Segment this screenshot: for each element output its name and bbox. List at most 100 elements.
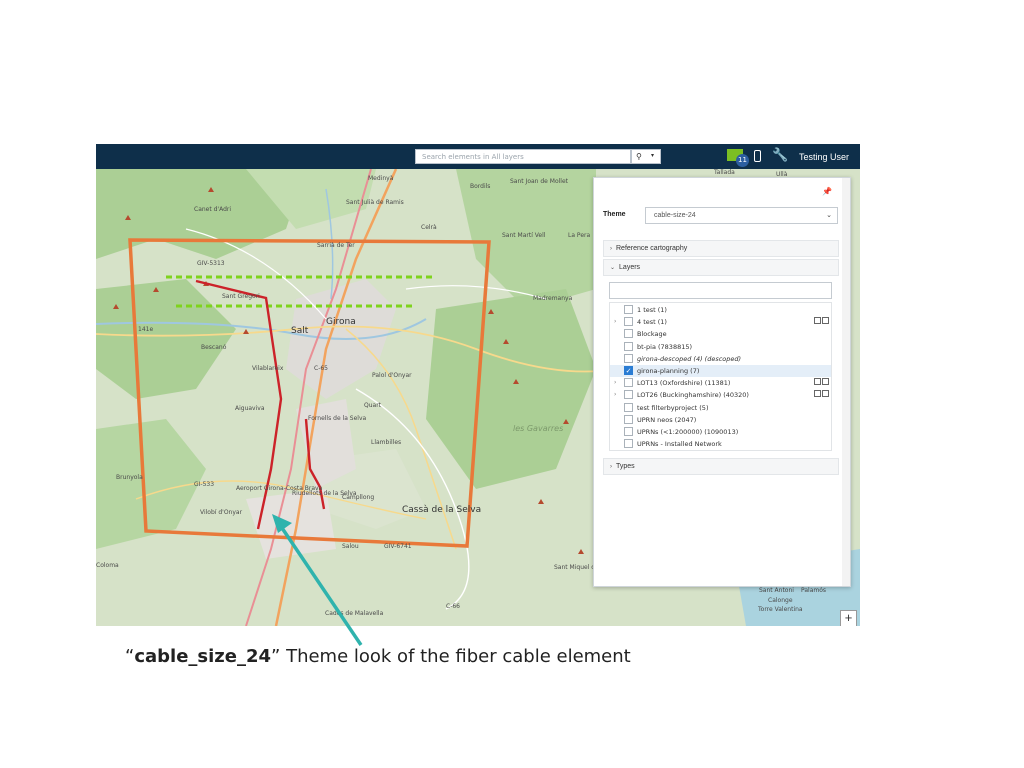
map-label: Salou bbox=[342, 543, 359, 550]
layer-checkbox[interactable] bbox=[624, 305, 633, 314]
mobile-icon[interactable] bbox=[754, 150, 761, 162]
layer-options-icon[interactable] bbox=[822, 317, 829, 325]
pin-icon[interactable]: 📌 bbox=[822, 187, 832, 196]
layer-options-icon[interactable] bbox=[822, 390, 829, 398]
layer-name: bt-pia (7838815) bbox=[637, 342, 693, 351]
map-label: Medinyà bbox=[368, 175, 394, 182]
section-layers[interactable]: ⌄ Layers bbox=[603, 259, 839, 276]
map-label: GIV-6741 bbox=[384, 543, 412, 550]
search-input[interactable]: Search elements in All layers bbox=[415, 149, 631, 164]
layer-options-icon[interactable] bbox=[814, 317, 821, 325]
chevron-right-icon[interactable]: › bbox=[614, 391, 616, 398]
zoom-in-button[interactable]: + bbox=[840, 610, 857, 626]
layer-options-icon[interactable] bbox=[822, 378, 829, 386]
layer-checkbox[interactable] bbox=[624, 390, 633, 400]
layer-row[interactable]: 1 test (1) bbox=[610, 304, 831, 316]
layer-row[interactable]: › LOT13 (Oxfordshire) (11381) bbox=[610, 377, 831, 389]
map-label: Torre Valentina bbox=[758, 606, 803, 613]
notification-count-badge: 11 bbox=[736, 154, 749, 167]
map-label: Sant Julià de Ramis bbox=[346, 199, 404, 206]
layer-name: UPRNs - Installed Network bbox=[637, 440, 722, 449]
map-label: Cadés de Malavella bbox=[325, 610, 384, 617]
layer-checkbox[interactable] bbox=[624, 341, 633, 351]
caption: “cable_size_24” Theme look of the fiber … bbox=[125, 646, 631, 667]
map-label: C-65 bbox=[314, 365, 328, 372]
section-label: Types bbox=[616, 463, 635, 470]
layer-options-icon[interactable] bbox=[814, 378, 821, 386]
map-label: Vilablareix bbox=[252, 365, 284, 372]
layer-row[interactable]: ✓ girona-planning (7) bbox=[610, 365, 831, 377]
map-label: Bescanó bbox=[201, 344, 227, 351]
chevron-right-icon[interactable]: › bbox=[614, 379, 616, 386]
layer-checkbox[interactable] bbox=[624, 427, 633, 436]
layer-row[interactable]: › LOT26 (Buckinghamshire) (40320) bbox=[610, 389, 831, 401]
layer-list: 1 test (1) › 4 test (1) Blockage bt-pia (783… bbox=[609, 302, 832, 451]
map-label: Aiguaviva bbox=[235, 405, 265, 412]
section-label: Reference cartography bbox=[616, 245, 688, 252]
search-icon: ⚲ bbox=[636, 152, 642, 161]
layer-name: 4 test (1) bbox=[637, 318, 667, 327]
layer-checkbox[interactable] bbox=[624, 329, 633, 339]
layer-name: LOT13 (Oxfordshire) (11381) bbox=[637, 379, 731, 388]
map-label-city: Cassà de la Selva bbox=[402, 505, 482, 515]
map-label: Canet d'Adri bbox=[194, 206, 232, 213]
map-label: GIV-5313 bbox=[197, 260, 225, 267]
layer-filter-input[interactable] bbox=[609, 282, 832, 299]
panel-scrollbar[interactable] bbox=[842, 178, 850, 586]
layer-name: test filterbyproject (5) bbox=[637, 403, 709, 412]
map-label: Calonge bbox=[768, 597, 793, 604]
chevron-right-icon: › bbox=[610, 246, 612, 252]
map-label: Madremanya bbox=[533, 295, 573, 302]
map-label: Sant Martí Vell bbox=[502, 232, 546, 239]
chevron-right-icon[interactable]: › bbox=[614, 318, 616, 325]
map-label: Sant Gregori bbox=[222, 293, 260, 300]
layer-name: 1 test (1) bbox=[637, 306, 667, 314]
app-window: Search elements in All layers ⚲ ▾ 11 🔧 T… bbox=[96, 144, 860, 626]
user-menu[interactable]: Testing User bbox=[799, 152, 849, 162]
section-reference-cartography[interactable]: › Reference cartography bbox=[603, 240, 839, 257]
map-label: Tallada bbox=[714, 169, 735, 176]
layer-row[interactable]: test filterbyproject (5) bbox=[610, 402, 831, 414]
layer-row[interactable]: UPRNs - Installed Network bbox=[610, 438, 831, 450]
layer-checkbox[interactable] bbox=[624, 317, 633, 327]
layer-name: UPRNs (<1:200000) (1090013) bbox=[637, 428, 739, 436]
layer-checkbox[interactable] bbox=[624, 402, 633, 412]
layer-row[interactable]: girona-descoped (4) (descoped) bbox=[610, 353, 831, 365]
map-label: Coloma bbox=[96, 562, 119, 569]
search-button[interactable]: ⚲ ▾ bbox=[631, 149, 661, 164]
wrench-icon[interactable]: 🔧 bbox=[772, 147, 788, 163]
map-label: Sarrià de Ter bbox=[317, 242, 355, 249]
layer-row[interactable]: bt-pia (7838815) bbox=[610, 341, 831, 353]
layer-row[interactable]: UPRN neos (2047) bbox=[610, 414, 831, 426]
layer-row[interactable]: UPRNs (<1:200000) (1090013) bbox=[610, 426, 831, 438]
caption-text: ” Theme look of the fiber cable element bbox=[271, 646, 631, 667]
map-label: Bordils bbox=[470, 183, 491, 190]
layer-row[interactable]: Blockage bbox=[610, 328, 831, 340]
map-label-region: les Gavarres bbox=[513, 424, 564, 433]
layer-name: UPRN neos (2047) bbox=[637, 415, 697, 424]
layer-checkbox[interactable]: ✓ bbox=[624, 366, 633, 375]
section-types[interactable]: › Types bbox=[603, 458, 839, 475]
map-label: Palamós bbox=[801, 587, 827, 594]
caption-theme-name: cable_size_24 bbox=[134, 646, 272, 667]
theme-select[interactable]: cable-size-24 ⌄ bbox=[645, 207, 838, 224]
layer-options-icon[interactable] bbox=[814, 390, 821, 398]
map-label-city: Girona bbox=[326, 317, 356, 327]
layer-checkbox[interactable] bbox=[624, 439, 633, 449]
map-label: La Pera bbox=[568, 232, 591, 239]
map-label: Sant Joan de Mollet bbox=[510, 178, 569, 185]
map-label: Sant Antoni bbox=[759, 587, 794, 594]
map-label-city: Salt bbox=[291, 326, 309, 336]
layer-name: LOT26 (Buckinghamshire) (40320) bbox=[637, 391, 749, 400]
chevron-down-icon: ▾ bbox=[651, 153, 655, 159]
theme-label: Theme bbox=[603, 211, 626, 218]
layer-name: girona-planning (7) bbox=[637, 367, 700, 375]
theme-select-value: cable-size-24 bbox=[654, 212, 696, 219]
layer-checkbox[interactable] bbox=[624, 414, 633, 424]
chevron-right-icon: › bbox=[610, 464, 612, 470]
map-label: Quart bbox=[364, 402, 382, 409]
layer-row[interactable]: › 4 test (1) bbox=[610, 316, 831, 328]
top-bar: Search elements in All layers ⚲ ▾ 11 🔧 T… bbox=[96, 144, 860, 169]
layer-checkbox[interactable] bbox=[624, 353, 633, 363]
layer-checkbox[interactable] bbox=[624, 378, 633, 388]
